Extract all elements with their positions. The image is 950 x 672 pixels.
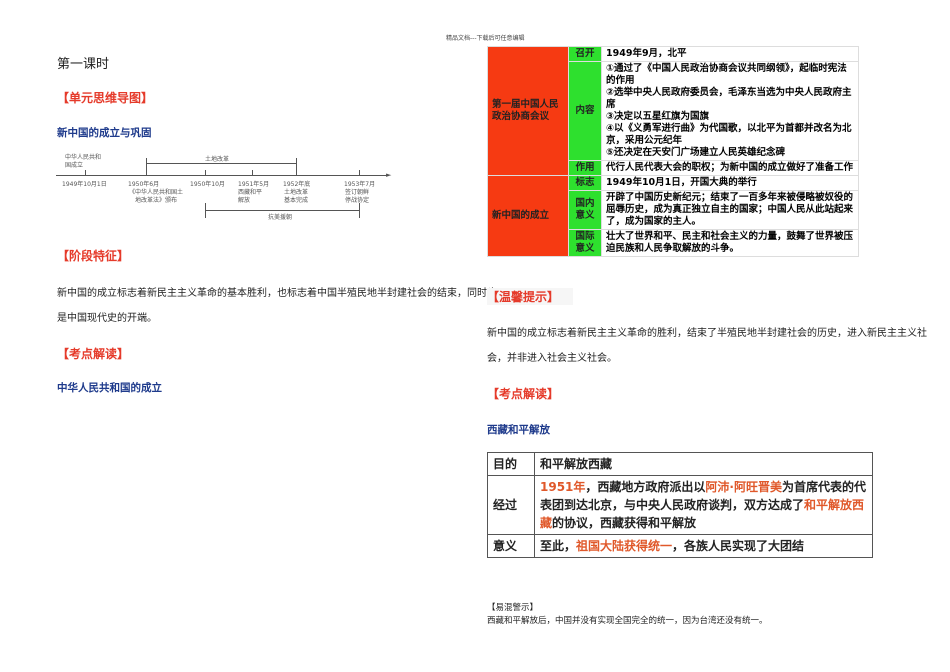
tip-text: 会，并非进入社会主义社会。 — [487, 353, 617, 364]
document-page: 精品文档---下载后可任意编辑 第一课时 【单元思维导图】 新中国的成立与巩固 … — [0, 0, 950, 672]
group-cell: 第一届中国人民政治协商会议 — [487, 46, 569, 176]
row-value: 1949年9月，北平 — [601, 46, 859, 62]
row-label: 内容 — [568, 61, 602, 161]
highlight: 阿沛·阿旺晋美 — [705, 480, 782, 494]
tick — [252, 170, 253, 175]
group-cell: 新中国的成立 — [487, 175, 569, 257]
event-date: 1950年10月 — [190, 181, 225, 188]
event-desc: 土地改革基本完成 — [283, 189, 308, 204]
event-desc: 签订朝鲜停战协定 — [344, 189, 369, 204]
event-date: 1952年底 — [283, 181, 311, 188]
stage-text: 是中国现代史的开端。 — [57, 313, 157, 324]
mindmap-heading: 【单元思维导图】 — [57, 91, 154, 105]
row-value: 至此，祖国大陆获得统一，各族人民实现了大团结 — [534, 534, 873, 558]
row-label: 国内意义 — [568, 190, 602, 230]
row-label: 国际意义 — [568, 229, 602, 257]
tibet-table: 目的 和平解放西藏 经过 1951年，西藏地方政府派出以阿沛·阿旺晋美为首席代表的代… — [487, 452, 873, 558]
tick — [205, 170, 206, 175]
bracket-tick — [296, 158, 297, 175]
cppcc-table: 第一届中国人民政治协商会议 召开 1949年9月，北平 内容 ①通过了《中国人民政治… — [487, 46, 859, 257]
row-value: ①通过了《中国人民政治协商会议共同纲领》，起临时宪法的作用 ②选举中央人民政府委… — [601, 61, 859, 161]
row-value: 和平解放西藏 — [534, 452, 873, 476]
row-value: 1949年10月1日，开国大典的举行 — [601, 175, 859, 191]
event-desc: 西藏和平解放 — [238, 189, 263, 204]
content-item: ②选举中央人民政府委员会，毛泽东当选为中央人民政府主席 — [606, 87, 852, 110]
text: 至此， — [540, 539, 577, 553]
mindmap-title: 新中国的成立与巩固 — [57, 127, 152, 139]
bracket-tick — [359, 203, 360, 218]
kaodian-heading: 【考点解读】 — [57, 347, 130, 361]
page-header: 精品文档---下载后可任意编辑 — [446, 35, 525, 42]
resist-label: 抗美援朝 — [268, 214, 293, 221]
content-item: ③决定以五星红旗为国旗 — [606, 111, 710, 122]
event-desc: 《中华人民共和国土地改革法》颁布 — [128, 189, 183, 204]
tick — [359, 170, 360, 175]
timeline-axis — [56, 175, 388, 176]
tick — [85, 170, 86, 175]
confuse-text: 西藏和平解放后，中国并没有实现全国完全的统一，因为台湾还没有统一。 — [487, 616, 768, 626]
row-label: 召开 — [568, 46, 602, 62]
text: 的协议，西藏获得和平解放 — [552, 516, 697, 530]
content-item: ⑤还决定在天安门广场建立人民英雄纪念碑 — [606, 147, 786, 158]
content-item: ①通过了《中国人民政治协商会议共同纲领》，起临时宪法的作用 — [606, 63, 847, 86]
row-value: 壮大了世界和平、民主和社会主义的力量，鼓舞了世界被压迫民族和人民争取解放的斗争。 — [601, 229, 859, 257]
confuse-heading: 【易混警示】 — [487, 603, 539, 613]
land-reform-label: 土地改革 — [205, 156, 230, 163]
row-label: 经过 — [487, 475, 535, 535]
highlight: 祖国大陆获得统一 — [576, 539, 673, 553]
lesson-title: 第一课时 — [57, 57, 110, 72]
row-label: 目的 — [487, 452, 535, 476]
text: ，西藏地方政府派出以 — [585, 480, 706, 494]
kaodian-title: 中华人民共和国的成立 — [57, 382, 162, 394]
row-label: 意义 — [487, 534, 535, 558]
arrow-right-icon: ► — [386, 171, 392, 179]
kaodian-heading: 【考点解读】 — [487, 387, 560, 401]
row-value: 1951年，西藏地方政府派出以阿沛·阿旺晋美为首席代表的代表团到达北京，与中央人… — [534, 475, 873, 535]
content-item: ④以《义勇军进行曲》为代国歌，以北平为首都并改名为北京，采用公元纪年 — [606, 123, 852, 146]
stage-text: 新中国的成立标志着新民主主义革命的基本胜利，也标志着中国半殖民地半封建社会的结束… — [57, 288, 497, 299]
tip-heading: 【温馨提示】 — [487, 288, 574, 305]
row-value: 开辟了中国历史新纪元；结束了一百多年来被侵略被奴役的屈辱历史，成为真正独立自主的… — [601, 190, 859, 230]
resist-bracket — [205, 210, 359, 211]
stage-heading: 【阶段特征】 — [57, 249, 130, 263]
highlight: 1951年 — [540, 480, 586, 494]
timeline-founding: 中华人民共和国成立 — [65, 154, 102, 169]
event-date: 1951年5月 — [238, 181, 270, 188]
bracket-tick — [205, 203, 206, 218]
event-date: 1953年7月 — [344, 181, 376, 188]
event-date: 1950年6月 — [128, 181, 160, 188]
row-label: 标志 — [568, 175, 602, 191]
bracket-tick — [146, 158, 147, 175]
text: ，各族人民实现了大团结 — [672, 539, 805, 553]
kaodian-title: 西藏和平解放 — [487, 424, 550, 436]
row-value: 代行人民代表大会的职权；为新中国的成立做好了准备工作 — [601, 160, 859, 176]
event-date: 1949年10月1日 — [62, 181, 107, 188]
tip-text: 新中国的成立标志着新民主主义革命的胜利，结束了半殖民地半封建社会的历史，进入新民… — [487, 328, 927, 339]
row-label: 作用 — [568, 160, 602, 176]
